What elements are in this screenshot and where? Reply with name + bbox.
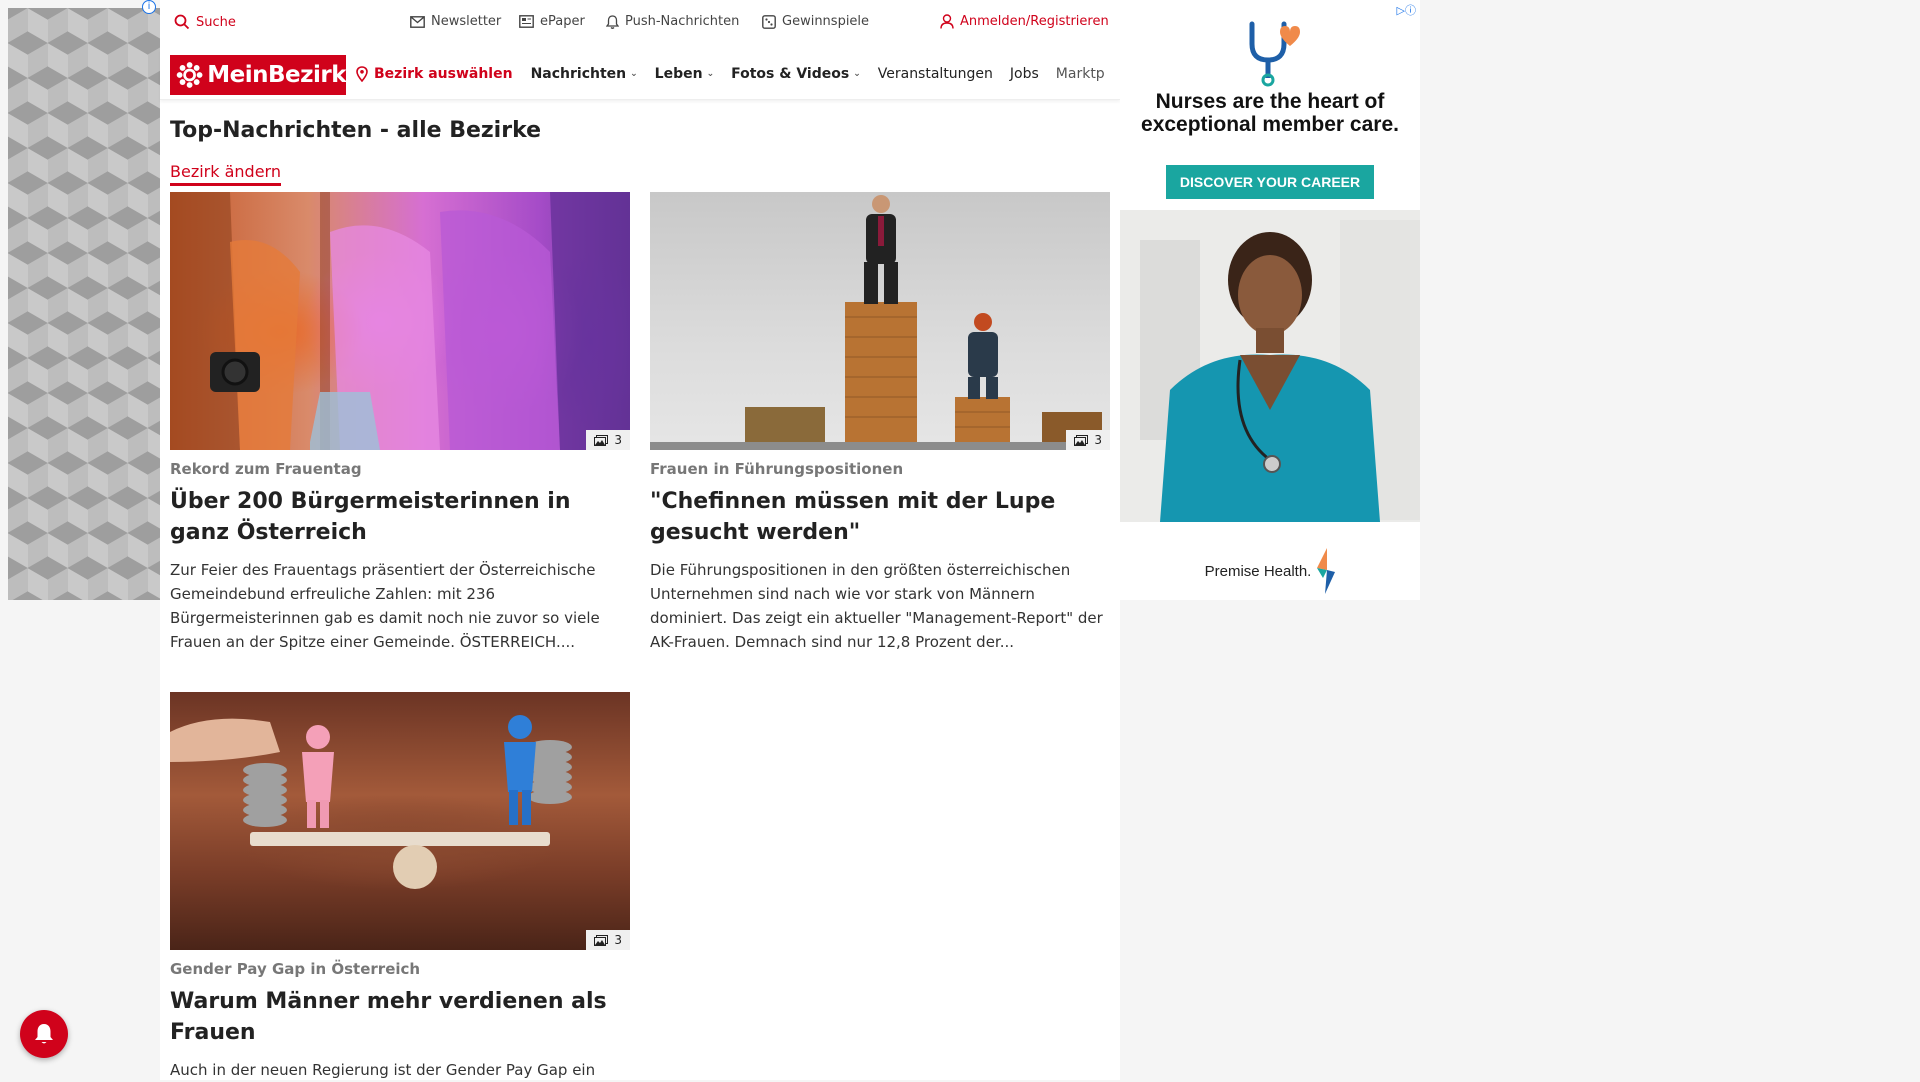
premise-health-mark-icon xyxy=(1317,548,1336,594)
utility-bar: Suche Newsletter ePaper Push-Nachrichten… xyxy=(160,0,1120,46)
gallery-icon xyxy=(594,934,609,946)
article-headline[interactable]: Warum Männer mehr verdienen als Frauen xyxy=(170,986,630,1048)
article-teaser: Auch in der neuen Regierung ist der Gend… xyxy=(170,1061,596,1079)
epaper-label: ePaper xyxy=(540,14,585,29)
article-teaser: Zur Feier des Frauentags präsentiert der… xyxy=(170,561,600,651)
article-headline[interactable]: Über 200 Bürgermeisterinnen in ganz Öste… xyxy=(170,486,630,548)
login-label: Anmelden/Registrieren xyxy=(960,14,1109,29)
section-title: Top-Nachrichten - alle Bezirke xyxy=(170,118,542,143)
site-logo[interactable]: MeinBezirk xyxy=(170,55,346,95)
ad-brand-text: Premise Health. xyxy=(1204,562,1312,580)
search-link[interactable]: Suche xyxy=(174,14,236,30)
ad-nurse-photo xyxy=(1120,210,1420,522)
nav-item-label: Jobs xyxy=(1009,66,1039,82)
push-link[interactable]: Push-Nachrichten xyxy=(606,14,739,29)
article-kicker: Rekord zum Frauentag xyxy=(170,460,362,478)
newsletter-label: Newsletter xyxy=(431,14,502,29)
stethoscope-icon xyxy=(1249,21,1300,87)
nav-item-fotos-videos[interactable]: Fotos & Videos ⌄ xyxy=(731,66,861,82)
article-image[interactable]: 3 xyxy=(170,192,630,450)
nav-item-label: Veranstaltungen xyxy=(877,66,993,82)
gewinnspiele-label: Gewinnspiele xyxy=(782,14,870,29)
chevron-down-icon: ⌄ xyxy=(706,69,715,79)
nav-item-label: Marktplatz xyxy=(1055,66,1104,82)
article-kicker: Gender Pay Gap in Österreich xyxy=(170,960,421,978)
gallery-count: 3 xyxy=(1094,433,1102,447)
article-image[interactable]: 3 xyxy=(650,192,1110,450)
seesaw-figures-photo xyxy=(170,715,572,889)
epaper-link[interactable]: ePaper xyxy=(519,14,585,29)
nav-item-label: Fotos & Videos xyxy=(731,66,850,82)
right-ad-banner[interactable]: ▷ⓘ Nurses are the heart of exceptional m… xyxy=(1120,0,1420,600)
article-card[interactable]: 3 Gender Pay Gap in Österreich Warum Män… xyxy=(170,692,630,1082)
user-icon xyxy=(940,14,954,29)
nav-item-nachrichten[interactable]: Nachrichten ⌄ xyxy=(531,66,638,82)
chevron-down-icon: ⌄ xyxy=(630,69,638,79)
main-nav: MeinBezirk Bezirk auswählen Nachrichten … xyxy=(160,50,1120,100)
women-hugging-photo xyxy=(170,192,630,450)
logo-text: MeinBezirk xyxy=(207,62,346,88)
nav-item-label: Leben xyxy=(654,66,703,82)
ad-info-icon[interactable]: i xyxy=(142,0,156,14)
gallery-count-badge: 3 xyxy=(1066,430,1110,450)
nav-item-leben[interactable]: Leben ⌄ xyxy=(655,66,714,82)
prize-icon xyxy=(762,14,776,29)
chevron-down-icon: ⌄ xyxy=(853,69,861,79)
main-column: Suche Newsletter ePaper Push-Nachrichten… xyxy=(160,0,1120,1080)
article-kicker: Frauen in Führungspositionen xyxy=(650,460,904,478)
article-image[interactable]: 3 xyxy=(170,692,630,950)
adchoices-icon[interactable]: ▷ⓘ xyxy=(1397,2,1416,18)
newsletter-link[interactable]: Newsletter xyxy=(410,14,501,29)
nav-item-label: Nachrichten xyxy=(530,66,627,82)
gallery-icon xyxy=(594,434,609,446)
change-bezirk-link[interactable]: Bezirk ändern xyxy=(170,162,281,186)
article-teaser: Die Führungspositionen in den größten ös… xyxy=(650,561,1103,651)
ad-headline-text: Nurses are the heart of exceptional memb… xyxy=(1141,90,1399,136)
article-headline[interactable]: "Chefinnen müssen mit der Lupe gesucht w… xyxy=(650,486,1110,548)
search-label: Suche xyxy=(196,14,236,30)
gallery-count: 3 xyxy=(614,433,622,447)
article-card[interactable]: 3 Rekord zum Frauentag Über 200 Bürgerme… xyxy=(170,192,630,654)
bezirk-label: Bezirk auswählen xyxy=(374,66,513,82)
gallery-count-badge: 3 xyxy=(586,430,630,450)
login-link[interactable]: Anmelden/Registrieren xyxy=(940,14,1109,29)
newspaper-icon xyxy=(519,15,534,28)
gewinnspiele-link[interactable]: Gewinnspiele xyxy=(762,14,869,29)
nav-links: Bezirk auswählen Nachrichten ⌄ Leben ⌄ F… xyxy=(356,66,1104,82)
nav-item-veranstaltungen[interactable]: Veranstaltungen xyxy=(878,66,993,82)
push-label: Push-Nachrichten xyxy=(625,14,740,29)
article-card[interactable]: 3 Frauen in Führungspositionen "Chefinne… xyxy=(650,192,1110,654)
ad-brand-logo: Premise Health. xyxy=(1120,548,1420,594)
gallery-count-badge: 3 xyxy=(586,930,630,950)
bell-icon xyxy=(606,14,619,29)
coins-figures-photo xyxy=(650,195,1110,450)
gallery-count: 3 xyxy=(614,933,622,947)
notification-bell-button[interactable] xyxy=(20,1010,68,1058)
ad-cta-button[interactable]: DISCOVER YOUR CAREER xyxy=(1166,165,1374,199)
gallery-icon xyxy=(1074,434,1089,446)
search-icon xyxy=(174,14,190,30)
bezirk-select[interactable]: Bezirk auswählen xyxy=(356,66,513,82)
bell-icon xyxy=(35,1024,53,1044)
ad-headline: Nurses are the heart of exceptional memb… xyxy=(1120,90,1420,136)
logo-mark-icon xyxy=(176,62,203,88)
left-ad-banner[interactable] xyxy=(8,8,160,600)
mail-icon xyxy=(410,15,425,28)
nav-item-marktplatz[interactable]: Marktplatz xyxy=(1056,66,1104,82)
location-pin-icon xyxy=(356,66,368,82)
nav-item-jobs[interactable]: Jobs xyxy=(1010,66,1039,82)
